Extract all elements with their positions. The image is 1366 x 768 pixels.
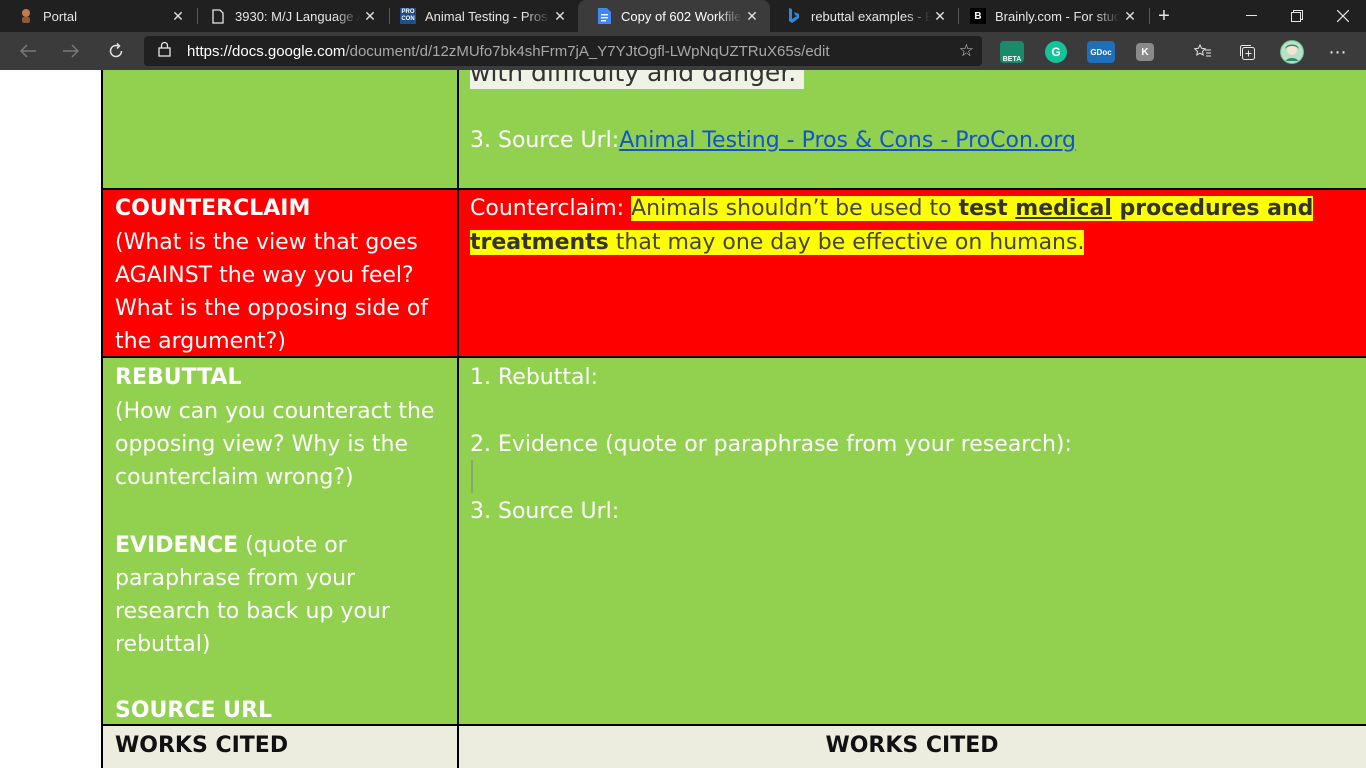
table-border bbox=[457, 70, 459, 768]
new-tab-icon[interactable]: + bbox=[1152, 0, 1176, 32]
tab-label: Copy of 602 Workfile - bbox=[621, 8, 742, 24]
works-cited-left-cell: WORKS CITED bbox=[103, 726, 458, 768]
counterclaim-text-line-2: treatments that may one day be effective… bbox=[470, 226, 1085, 259]
tab-animal-testing[interactable]: PRO CON Animal Testing - Pros & Cons ✕ bbox=[382, 0, 578, 32]
works-cited-heading: WORKS CITED bbox=[115, 733, 289, 758]
rebuttal-title: REBUTTAL bbox=[115, 365, 242, 390]
counterclaim-text-line-1: Counterclaim: Animals shouldn’t be used … bbox=[470, 192, 1314, 225]
counterclaim-label: Counterclaim: bbox=[470, 196, 632, 221]
back-icon[interactable] bbox=[13, 36, 43, 66]
gdoc-extension-icon[interactable]: GDoc bbox=[1087, 41, 1115, 63]
tab-workfile[interactable]: Copy of 602 Workfile - ✕ bbox=[578, 0, 770, 32]
restore-icon[interactable] bbox=[1274, 0, 1320, 32]
close-tab-icon[interactable]: ✕ bbox=[550, 8, 570, 25]
brainly-icon: B bbox=[970, 8, 986, 24]
table-border bbox=[101, 724, 1366, 726]
favorites-icon[interactable] bbox=[1192, 41, 1214, 63]
evidence-title: EVIDENCE bbox=[115, 533, 239, 558]
url-host: https://docs.google.com bbox=[187, 42, 346, 60]
top-left-cell bbox=[103, 70, 458, 189]
rebuttal-field-label: 1. Rebuttal: bbox=[470, 365, 598, 390]
tab-portal[interactable]: Portal ✕ bbox=[0, 0, 196, 32]
google-docs-icon bbox=[596, 8, 612, 24]
forward-icon[interactable] bbox=[56, 36, 86, 66]
procon-favicon-icon: PRO CON bbox=[400, 8, 416, 24]
close-tab-icon[interactable]: ✕ bbox=[168, 8, 188, 25]
evidence-prompt-line: research to back up your bbox=[115, 599, 390, 624]
rebuttal-prompt-line: (How can you counteract the bbox=[115, 399, 435, 424]
evidence-prompt-line: rebuttal) bbox=[115, 632, 211, 657]
tab-label: Animal Testing - Pros & Cons bbox=[425, 8, 550, 24]
tab-separator bbox=[1149, 8, 1150, 24]
tab-rebuttal-examples[interactable]: rebuttal examples - Bing ✕ bbox=[768, 0, 958, 32]
collections-icon[interactable] bbox=[1236, 41, 1258, 63]
counterclaim-content-cell[interactable]: Counterclaim: Animals shouldn’t be used … bbox=[458, 190, 1366, 356]
counterclaim-prompt-line: the argument?) bbox=[115, 329, 286, 354]
table-border bbox=[101, 188, 1366, 190]
tab-strip: Portal ✕ 3930: M/J Language Ar ✕ PRO CON… bbox=[0, 0, 1366, 32]
tab-brainly[interactable]: B Brainly.com - For stude ✕ bbox=[952, 0, 1148, 32]
rebuttal-content-cell[interactable]: 1. Rebuttal: 2. Evidence (quote or parap… bbox=[458, 357, 1366, 725]
source-url-field-label: 3. Source Url: bbox=[470, 499, 620, 524]
minimize-icon[interactable] bbox=[1228, 0, 1274, 32]
counterclaim-title: COUNTERCLAIM bbox=[115, 196, 311, 221]
table-border bbox=[101, 356, 1366, 358]
rebuttal-prompt-line: opposing view? Why is the bbox=[115, 432, 409, 457]
close-tab-icon[interactable]: ✕ bbox=[930, 8, 950, 25]
close-tab-icon[interactable]: ✕ bbox=[360, 8, 380, 25]
bing-icon bbox=[786, 8, 802, 24]
counterclaim-prompt-line: What is the opposing side of bbox=[115, 296, 429, 321]
top-right-cell[interactable]: with difficulty and danger. 3. Source Ur… bbox=[458, 70, 1366, 189]
partial-evidence-text: with difficulty and danger. bbox=[470, 70, 805, 89]
table-border bbox=[101, 70, 103, 768]
source-url-title: SOURCE URL bbox=[115, 698, 273, 723]
more-options-icon[interactable]: ⋯ bbox=[1327, 41, 1349, 63]
browser-toolbar: https://docs.google.com/document/d/12zMU… bbox=[0, 32, 1366, 70]
favorite-star-icon[interactable]: ☆ bbox=[959, 41, 974, 61]
source-url-line: 3. Source Url:Animal Testing - Pros & Co… bbox=[470, 124, 1076, 157]
lock-icon[interactable] bbox=[158, 41, 174, 61]
profile-avatar-icon[interactable] bbox=[1280, 40, 1304, 64]
beta-extension-icon[interactable]: BETA bbox=[1000, 41, 1024, 63]
source-url-link[interactable]: Animal Testing - Pros & Cons - ProCon.or… bbox=[619, 128, 1076, 153]
rebuttal-label-cell: REBUTTAL (How can you counteract the opp… bbox=[103, 357, 458, 725]
works-cited-right-cell[interactable]: WORKS CITED bbox=[458, 726, 1366, 768]
tab-label: 3930: M/J Language Ar bbox=[235, 8, 360, 24]
evidence-prompt-line: paraphrase from your bbox=[115, 566, 356, 591]
counterclaim-label-cell: COUNTERCLAIM (What is the view that goes… bbox=[103, 190, 458, 356]
evidence-field-label: 2. Evidence (quote or paraphrase from yo… bbox=[470, 432, 1072, 457]
document-page-icon bbox=[210, 8, 226, 24]
grammarly-icon[interactable]: G bbox=[1045, 41, 1067, 63]
close-window-icon[interactable] bbox=[1320, 0, 1366, 32]
counterclaim-prompt-line: (What is the view that goes bbox=[115, 230, 418, 255]
tab-label: Portal bbox=[43, 8, 77, 24]
close-tab-icon[interactable]: ✕ bbox=[742, 8, 762, 25]
tab-label: Brainly.com - For stude bbox=[995, 8, 1120, 24]
close-tab-icon[interactable]: ✕ bbox=[1120, 8, 1140, 25]
refresh-icon[interactable] bbox=[101, 36, 131, 66]
document-canvas[interactable]: with difficulty and danger. 3. Source Ur… bbox=[0, 70, 1366, 768]
counterclaim-prompt-line: AGAINST the way you feel? bbox=[115, 263, 414, 288]
rebuttal-prompt-line: counterclaim wrong?) bbox=[115, 465, 354, 490]
k-extension-icon[interactable]: K bbox=[1136, 43, 1154, 61]
address-bar[interactable]: https://docs.google.com/document/d/12zMU… bbox=[144, 36, 982, 66]
text-cursor bbox=[471, 460, 473, 493]
source-url-label: 3. Source Url: bbox=[470, 128, 620, 153]
counterclaim-highlight: treatments that may one day be effective… bbox=[470, 230, 1085, 255]
counterclaim-highlight: Animals shouldn’t be used to test medica… bbox=[631, 196, 1314, 221]
portal-favicon-icon bbox=[18, 8, 34, 24]
tab-label: rebuttal examples - Bing bbox=[811, 8, 930, 24]
tab-language-arts[interactable]: 3930: M/J Language Ar ✕ bbox=[192, 0, 388, 32]
works-cited-heading: WORKS CITED bbox=[825, 733, 999, 758]
evidence-prompt-line: EVIDENCE (quote or bbox=[115, 533, 347, 558]
url-path: /document/d/12zMUfo7bk4shFrm7jA_Y7YJtOgf… bbox=[345, 42, 830, 60]
